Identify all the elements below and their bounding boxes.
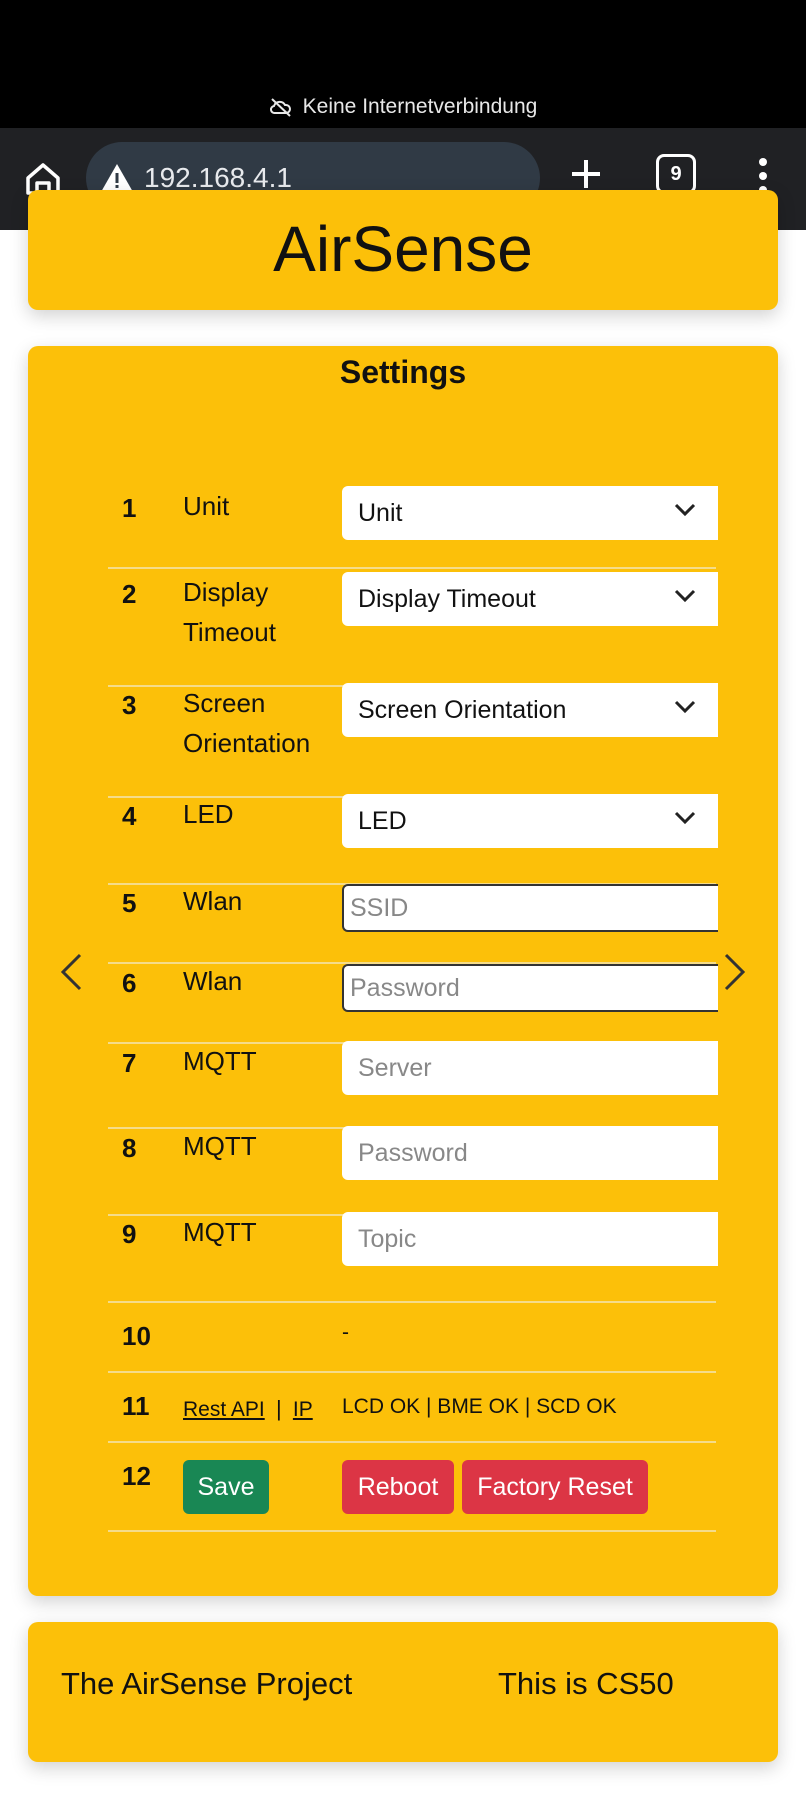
row-number: 5	[122, 888, 137, 918]
reboot-button[interactable]: Reboot	[342, 1460, 454, 1514]
ip-link[interactable]: IP	[293, 1398, 313, 1421]
display-timeout-select[interactable]: Display Timeout	[342, 572, 718, 626]
settings-row-10: 10 -	[108, 1303, 716, 1373]
mqtt-topic-input[interactable]: Topic	[342, 1212, 718, 1266]
rest-api-link[interactable]: Rest API	[183, 1398, 265, 1421]
row-number: 1	[122, 493, 137, 523]
row-number: 11	[122, 1391, 150, 1421]
settings-row-screen-orientation: 3 Screen Orientation Screen Orientation	[108, 683, 718, 798]
row-label: MQTT	[183, 1217, 257, 1247]
save-button[interactable]: Save	[183, 1460, 269, 1514]
plus-icon[interactable]	[568, 156, 604, 192]
footer-cs50-text: This is CS50	[498, 1666, 674, 1701]
mqtt-password-input[interactable]: Password	[342, 1126, 718, 1180]
row-number: 3	[122, 690, 137, 720]
cloud-off-icon	[269, 98, 291, 117]
page-content: AirSense Settings 1 Unit Unit 2 Display …	[0, 190, 806, 1795]
settings-card: Settings 1 Unit Unit 2 Display Timeout D…	[28, 346, 778, 1596]
row-number: 8	[122, 1133, 137, 1163]
settings-row-wlan-ssid: 5 Wlan SSID	[108, 884, 718, 964]
header-card: AirSense	[28, 190, 778, 310]
row-label: Display Timeout	[183, 577, 276, 647]
footer-project-name: The AirSense Project	[61, 1666, 353, 1701]
chevron-right-icon[interactable]	[722, 952, 748, 992]
row-label: Wlan	[183, 886, 243, 916]
settings-row-display-timeout: 2 Display Timeout Display Timeout	[108, 572, 718, 687]
wlan-password-input[interactable]: Password	[342, 964, 718, 1012]
sensor-status: LCD OK | BME OK | SCD OK	[342, 1395, 617, 1418]
brand-title: AirSense	[273, 213, 533, 285]
row-label: Wlan	[183, 966, 243, 996]
unit-select-value: Unit	[358, 498, 403, 527]
settings-row-11: 11 Rest API | IP LCD OK | BME OK | SCD O…	[108, 1373, 716, 1443]
settings-title: Settings	[339, 354, 467, 390]
settings-row-wlan-password: 6 Wlan Password	[108, 964, 718, 1044]
screen-orientation-select-value: Screen Orientation	[358, 695, 567, 724]
screen-orientation-select[interactable]: Screen Orientation	[342, 683, 718, 737]
chevron-down-icon	[674, 589, 696, 603]
factory-reset-button[interactable]: Factory Reset	[462, 1460, 648, 1514]
row-number: 10	[122, 1321, 151, 1351]
row-label: Unit	[183, 491, 230, 521]
chevron-down-icon	[674, 700, 696, 714]
row-number: 9	[122, 1219, 137, 1249]
row-number: 12	[122, 1461, 151, 1491]
network-status-text: Keine Internetverbindung	[302, 95, 538, 118]
row-number: 6	[122, 968, 137, 998]
system-status-bar: Keine Internetverbindung	[0, 0, 806, 128]
row-number: 7	[122, 1048, 137, 1078]
row-label: MQTT	[183, 1046, 257, 1076]
footer-card: The AirSense Project This is CS50	[28, 1622, 778, 1762]
row-label: LED	[183, 799, 234, 829]
chevron-down-icon	[674, 811, 696, 825]
chevron-down-icon	[674, 503, 696, 517]
led-select[interactable]: LED	[342, 794, 718, 848]
settings-row-led: 4 LED LED	[108, 794, 718, 885]
row-label: Screen Orientation	[183, 688, 311, 758]
chevron-left-icon[interactable]	[58, 952, 84, 992]
ssid-input[interactable]: SSID	[342, 884, 718, 932]
row-links: Rest API | IP	[183, 1387, 343, 1430]
settings-row-mqtt-password: 8 MQTT Password	[108, 1126, 718, 1216]
led-select-value: LED	[358, 806, 407, 835]
unit-select[interactable]: Unit	[342, 486, 718, 540]
settings-row-unit: 1 Unit Unit	[108, 486, 718, 569]
mqtt-server-input[interactable]: Server	[342, 1041, 718, 1095]
row-value: -	[342, 1321, 349, 1344]
settings-row-actions: 12 Save Reboot Factory Reset	[108, 1443, 716, 1532]
settings-row-mqtt-server: 7 MQTT Server	[108, 1041, 718, 1129]
row-number: 4	[122, 801, 137, 831]
row-number: 2	[122, 579, 137, 609]
tab-count-button[interactable]: 9	[656, 154, 696, 194]
row-label: MQTT	[183, 1131, 257, 1161]
display-timeout-select-value: Display Timeout	[358, 584, 536, 613]
network-status: Keine Internetverbindung	[0, 95, 806, 119]
settings-row-mqtt-topic: 9 MQTT Topic	[108, 1212, 718, 1303]
link-separator: |	[275, 1396, 282, 1421]
